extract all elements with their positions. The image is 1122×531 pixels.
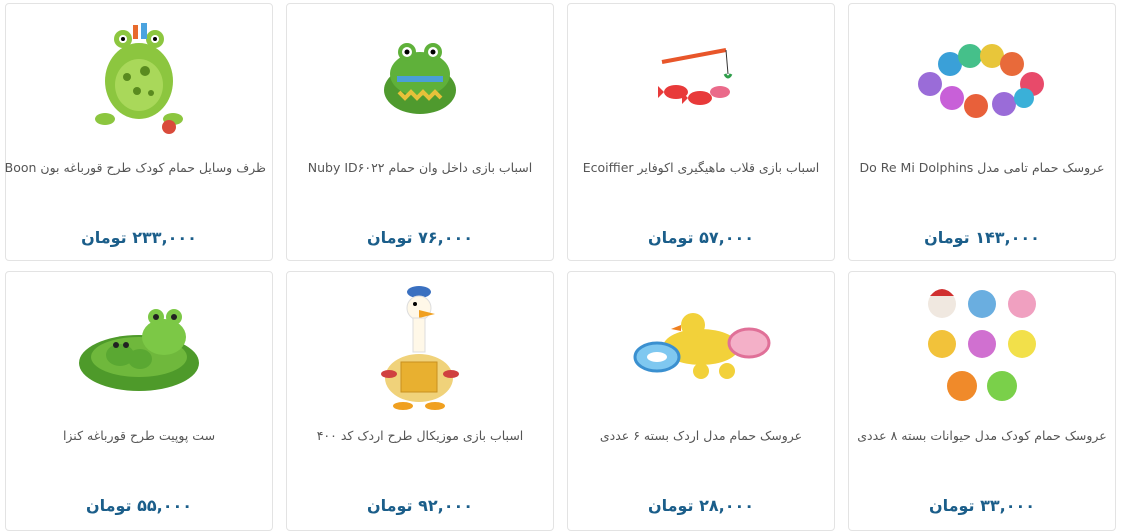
product-price: ۷۶,۰۰۰ تومان [366, 228, 474, 247]
product-title[interactable]: اسباب بازی داخل وان حمام Nuby ID۶۰۲۲ [293, 160, 547, 175]
product-price: ۹۲,۰۰۰ تومان [366, 496, 474, 515]
product-price: ۱۴۳,۰۰۰ تومان [924, 228, 1040, 247]
product-price: ۵۷,۰۰۰ تومان [647, 228, 755, 247]
product-title[interactable]: عروسک حمام تامی مدل Do Re Mi Dolphins [855, 160, 1109, 175]
product-title[interactable]: عروسک حمام مدل اردک بسته ۶ عددی [574, 428, 828, 443]
product-card[interactable]: ست پوپیت طرح قورباغه کنزا ۵۵,۰۰۰ تومان [5, 271, 273, 531]
product-title[interactable]: اسباب بازی موزیکال طرح اردک کد ۴۰۰ [293, 428, 547, 443]
animals-pack-icon[interactable] [849, 282, 1115, 412]
product-card[interactable]: اسباب بازی قلاب ماهیگیری اکوفایر Ecoiffi… [567, 3, 835, 261]
product-price: ۲۳۳,۰۰۰ تومان [81, 228, 197, 247]
musical-duck-icon[interactable] [287, 282, 553, 412]
product-price: ۳۳,۰۰۰ تومان [928, 496, 1036, 515]
product-title[interactable]: عروسک حمام کودک مدل حیوانات بسته ۸ عددی [855, 428, 1109, 443]
product-title[interactable]: ظرف وسایل حمام کودک طرح قورباغه بون Boon [5, 160, 266, 175]
frog-caddy-icon[interactable] [6, 14, 272, 144]
product-card[interactable]: اسباب بازی داخل وان حمام Nuby ID۶۰۲۲ ۷۶,… [286, 3, 554, 261]
product-grid: ظرف وسایل حمام کودک طرح قورباغه بون Boon… [0, 0, 1122, 531]
product-title[interactable]: اسباب بازی قلاب ماهیگیری اکوفایر Ecoiffi… [574, 160, 828, 175]
product-card[interactable]: اسباب بازی موزیکال طرح اردک کد ۴۰۰ ۹۲,۰۰… [286, 271, 554, 531]
product-card[interactable]: عروسک حمام تامی مدل Do Re Mi Dolphins ۱۴… [848, 3, 1116, 261]
product-card[interactable]: عروسک حمام کودک مدل حیوانات بسته ۸ عددی … [848, 271, 1116, 531]
ducks-pack-icon[interactable] [568, 282, 834, 412]
product-title[interactable]: ست پوپیت طرح قورباغه کنزا [12, 428, 266, 443]
crocodile-toy-icon[interactable] [287, 14, 553, 144]
dolphins-ring-icon[interactable] [849, 14, 1115, 144]
product-price: ۲۸,۰۰۰ تومان [647, 496, 755, 515]
fishing-rod-icon[interactable] [568, 14, 834, 144]
product-card[interactable]: عروسک حمام مدل اردک بسته ۶ عددی ۲۸,۰۰۰ ت… [567, 271, 835, 531]
product-card[interactable]: ظرف وسایل حمام کودک طرح قورباغه بون Boon… [5, 3, 273, 261]
frog-set-icon[interactable] [6, 282, 272, 412]
product-price: ۵۵,۰۰۰ تومان [85, 496, 193, 515]
